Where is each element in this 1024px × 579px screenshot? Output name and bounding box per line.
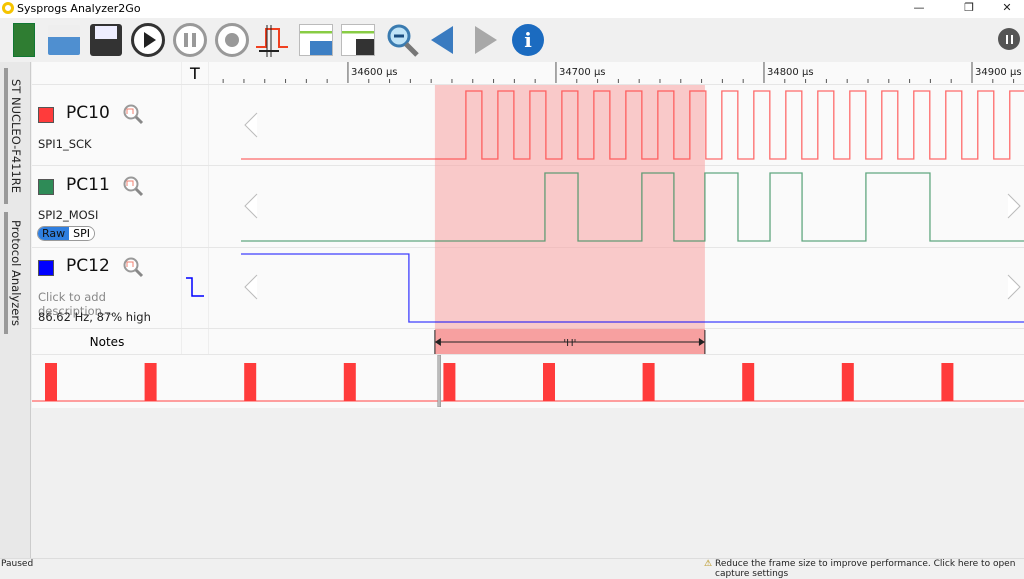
info-icon: i (512, 24, 544, 56)
save-button[interactable] (88, 22, 124, 58)
pause-button[interactable] (172, 22, 208, 58)
tick-label: 34600 µs (351, 67, 398, 78)
notes-label: Notes (89, 335, 125, 349)
overview-pulse (45, 363, 57, 401)
board-button[interactable] (6, 22, 42, 58)
tab-protocol-analyzers[interactable]: Protocol Analyzers (4, 212, 28, 334)
save-icon (90, 24, 122, 56)
overview-strip[interactable] (32, 355, 1024, 407)
tick-label: 34800 µs (767, 67, 814, 78)
overview-pulse (841, 363, 854, 401)
overview-pulse (642, 363, 655, 401)
scroll-left-icon (244, 112, 258, 138)
close-button[interactable]: ✕ (992, 0, 1022, 18)
pin-label: PC11 (66, 175, 110, 195)
info-button[interactable]: i (510, 22, 546, 58)
pause-icon (173, 23, 207, 57)
board-icon (13, 23, 35, 57)
window-title: Sysprogs Analyzer2Go (17, 2, 141, 15)
open-settings-icon (299, 24, 333, 56)
overview-pulse (244, 363, 257, 401)
next-button[interactable] (468, 22, 504, 58)
zoom-signal-icon[interactable] (122, 103, 144, 125)
play-icon (131, 23, 165, 57)
tick-label: 34700 µs (559, 67, 606, 78)
open-button[interactable] (46, 22, 82, 58)
scroll-left-icon (244, 274, 258, 300)
channel-stats: 86.62 Hz, 87% high (38, 310, 151, 324)
overview-cursor (437, 355, 441, 407)
raw-spi-toggle[interactable]: Raw SPI (37, 226, 96, 241)
open-icon (48, 25, 80, 55)
channel-view: T PC10 SPI1_SCK PC11 SPI2_MOSI Raw SPI PC12… (32, 62, 1024, 408)
channel-description[interactable]: SPI2_MOSI (38, 208, 98, 222)
zoom-signal-icon[interactable] (122, 256, 144, 278)
next-icon (475, 26, 497, 54)
save-settings-button[interactable] (340, 22, 376, 58)
color-swatch[interactable] (38, 260, 54, 276)
overview-pulse (941, 363, 954, 401)
app-icon (2, 2, 14, 14)
zoom-out-icon (387, 24, 419, 57)
previous-icon (431, 26, 453, 54)
tick-label: 34900 µs (975, 67, 1022, 78)
color-swatch[interactable] (38, 107, 54, 123)
overview-pulse (543, 363, 555, 401)
tab-device[interactable]: ST NUCLEO-F411RE (4, 68, 28, 204)
pulse-measure-button[interactable] (254, 22, 290, 58)
capture-settings-link[interactable]: Reduce the frame size to improve perform… (715, 559, 1024, 579)
save-settings-icon (341, 24, 375, 56)
record-icon (215, 23, 249, 57)
pin-label: PC10 (66, 103, 110, 123)
minimize-button[interactable]: — (904, 0, 934, 18)
toolbar: i (0, 18, 1024, 62)
trigger-column: T (182, 62, 209, 84)
open-settings-button[interactable] (298, 22, 334, 58)
overview-pulse (443, 363, 456, 401)
play-button[interactable] (130, 22, 166, 58)
tab-device-label: ST NUCLEO-F411RE (9, 78, 23, 194)
zoom-out-button[interactable] (384, 22, 420, 58)
record-button[interactable] (214, 22, 250, 58)
side-tabs: ST NUCLEO-F411RE Protocol Analyzers (0, 62, 31, 558)
paused-icon[interactable] (998, 28, 1020, 50)
pulse-measure-icon (256, 25, 288, 57)
trigger-edge-icon[interactable] (182, 248, 209, 328)
scroll-right-icon (1007, 274, 1021, 300)
label-header (32, 62, 182, 84)
selection-highlight (434, 85, 705, 329)
toggle-spi[interactable]: SPI (69, 227, 95, 240)
status-bar: Paused ⚠ Reduce the frame size to improv… (0, 558, 1024, 579)
color-swatch[interactable] (38, 179, 54, 195)
overview-pulse (742, 363, 755, 401)
title-bar: Sysprogs Analyzer2Go — ❐ ✕ (0, 0, 1024, 18)
channel-description[interactable]: SPI1_SCK (38, 137, 92, 151)
restore-button[interactable]: ❐ (954, 0, 984, 18)
tab-protocol-analyzers-label: Protocol Analyzers (9, 219, 23, 327)
overview-pulse (343, 363, 356, 401)
previous-button[interactable] (424, 22, 460, 58)
trigger-label: T (190, 64, 200, 83)
scroll-right-icon (1007, 193, 1021, 219)
scroll-left-icon (244, 193, 258, 219)
pin-label: PC12 (66, 256, 110, 276)
zoom-signal-icon[interactable] (122, 175, 144, 197)
overview-pulse (144, 363, 157, 401)
toggle-raw[interactable]: Raw (38, 227, 70, 240)
